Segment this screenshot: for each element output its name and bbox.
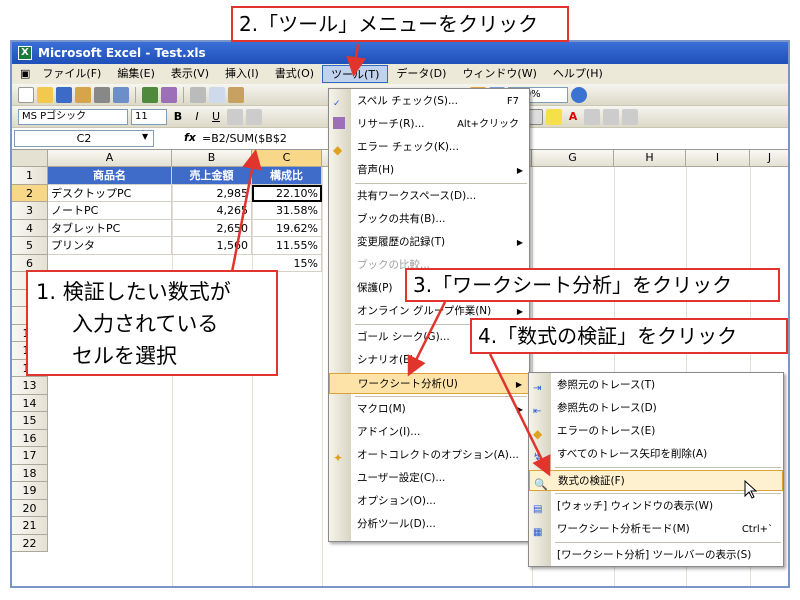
callout-step-1-line: セルを選択 bbox=[72, 344, 177, 368]
arrow-step-3 bbox=[407, 301, 447, 377]
callout-step-1: 1. 検証したい数式が 入力されている セルを選択 bbox=[26, 270, 278, 376]
callout-step-1-line: 1. 検証したい数式が bbox=[36, 280, 231, 304]
arrow-step-2 bbox=[346, 43, 367, 77]
callout-step-2: 2.「ツール」メニューをクリック bbox=[231, 6, 569, 42]
callout-step-1-line: 入力されている bbox=[72, 312, 219, 336]
arrow-step-4 bbox=[488, 353, 551, 477]
arrow-step-1 bbox=[230, 149, 262, 273]
callout-step-3: 3.「ワークシート分析」をクリック bbox=[405, 268, 780, 302]
callout-step-4: 4.「数式の検証」をクリック bbox=[470, 318, 788, 354]
